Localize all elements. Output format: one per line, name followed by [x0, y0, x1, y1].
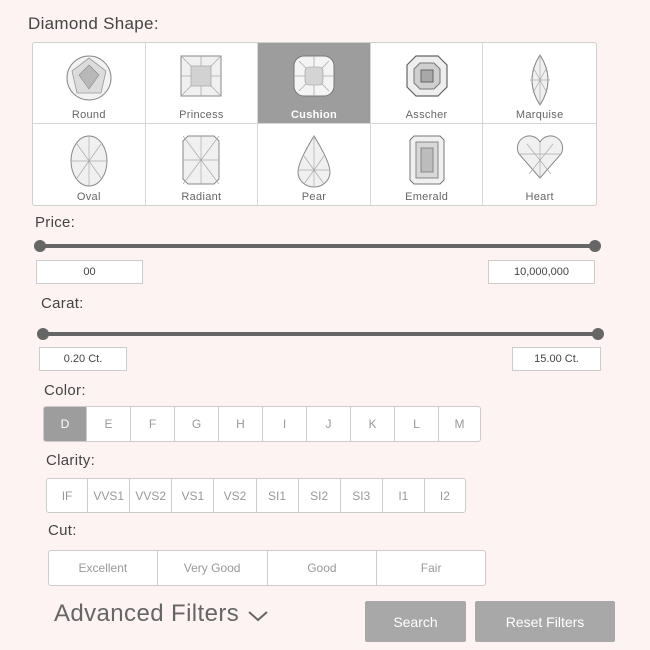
shape-label: Marquise — [515, 109, 564, 121]
color-option-f[interactable]: F — [131, 407, 176, 441]
shape-option-heart[interactable]: Heart — [483, 124, 596, 205]
shape-label: Radiant — [181, 191, 222, 203]
shape-option-radiant[interactable]: Radiant — [146, 124, 259, 205]
marquise-diamond-icon — [529, 54, 550, 106]
shape-label: Oval — [76, 191, 101, 203]
round-diamond-icon — [66, 55, 112, 101]
shape-label: Heart — [525, 191, 554, 203]
color-title: Color: — [44, 382, 86, 399]
clarity-option-if[interactable]: IF — [47, 479, 89, 512]
carat-max-handle[interactable] — [592, 328, 604, 340]
cut-option-excellent[interactable]: Excellent — [49, 551, 158, 585]
clarity-option-si2[interactable]: SI2 — [299, 479, 341, 512]
carat-min-input[interactable]: 0.20 Ct. — [39, 347, 127, 371]
color-option-e[interactable]: E — [87, 407, 132, 441]
shape-option-oval[interactable]: Oval — [33, 124, 146, 205]
reset-filters-button[interactable]: Reset Filters — [475, 601, 615, 642]
color-option-k[interactable]: K — [351, 407, 396, 441]
clarity-option-i2[interactable]: I2 — [425, 479, 465, 512]
shape-option-emerald[interactable]: Emerald — [371, 124, 484, 205]
search-button[interactable]: Search — [365, 601, 466, 642]
clarity-option-vs2[interactable]: VS2 — [214, 479, 257, 512]
diamond-shape-grid: Round Princess Cushion Asscher Marquise — [32, 42, 597, 206]
price-slider[interactable] — [34, 240, 601, 252]
advanced-filters-toggle[interactable]: Advanced Filters — [54, 600, 269, 628]
shape-option-marquise[interactable]: Marquise — [483, 43, 596, 124]
shape-option-princess[interactable]: Princess — [145, 43, 259, 124]
clarity-option-si3[interactable]: SI3 — [341, 479, 383, 512]
color-option-l[interactable]: L — [395, 407, 440, 441]
price-title: Price: — [35, 214, 76, 231]
shape-label: Pear — [301, 191, 327, 203]
shape-label: Asscher — [405, 109, 448, 121]
shape-option-round[interactable]: Round — [33, 43, 146, 124]
cushion-diamond-icon — [293, 55, 335, 97]
shape-label: Emerald — [405, 191, 449, 203]
pear-diamond-icon — [297, 135, 331, 188]
carat-max-input[interactable]: 15.00 Ct. — [512, 347, 601, 371]
cut-title: Cut: — [48, 522, 77, 539]
shape-label: Princess — [179, 109, 224, 121]
princess-diamond-icon — [180, 55, 222, 97]
shape-option-pear[interactable]: Pear — [258, 124, 371, 205]
cut-option-very-good[interactable]: Very Good — [158, 551, 268, 585]
cut-option-fair[interactable]: Fair — [377, 551, 485, 585]
price-max-handle[interactable] — [589, 240, 601, 252]
carat-slider[interactable] — [37, 328, 604, 340]
color-option-m[interactable]: M — [439, 407, 480, 441]
color-option-j[interactable]: J — [307, 407, 352, 441]
cut-option-good[interactable]: Good — [268, 551, 378, 585]
clarity-option-vs1[interactable]: VS1 — [172, 479, 215, 512]
clarity-options: IF VVS1 VVS2 VS1 VS2 SI1 SI2 SI3 I1 I2 — [46, 478, 466, 513]
shape-label: Round — [71, 109, 106, 121]
price-max-input[interactable]: 10,000,000 — [488, 260, 595, 284]
clarity-option-vvs2[interactable]: VVS2 — [130, 479, 173, 512]
color-options: D E F G H I J K L M — [43, 406, 481, 442]
color-option-i[interactable]: I — [263, 407, 308, 441]
carat-min-handle[interactable] — [37, 328, 49, 340]
price-min-handle[interactable] — [34, 240, 46, 252]
clarity-option-vvs1[interactable]: VVS1 — [88, 479, 131, 512]
shape-option-cushion[interactable]: Cushion — [258, 43, 371, 124]
heart-diamond-icon — [516, 135, 563, 179]
carat-title: Carat: — [41, 295, 84, 312]
chevron-down-icon — [248, 611, 268, 622]
color-option-h[interactable]: H — [219, 407, 264, 441]
clarity-option-si1[interactable]: SI1 — [257, 479, 299, 512]
diamond-shape-title: Diamond Shape: — [28, 14, 159, 33]
clarity-title: Clarity: — [46, 452, 96, 469]
shape-option-asscher[interactable]: Asscher — [370, 43, 484, 124]
asscher-diamond-icon — [405, 55, 448, 97]
price-min-input[interactable]: 00 — [36, 260, 143, 284]
cut-options: Excellent Very Good Good Fair — [48, 550, 486, 586]
radiant-diamond-icon — [182, 135, 220, 185]
emerald-diamond-icon — [409, 135, 445, 185]
clarity-option-i1[interactable]: I1 — [383, 479, 425, 512]
color-option-d[interactable]: D — [44, 407, 88, 441]
color-option-g[interactable]: G — [175, 407, 220, 441]
shape-label: Cushion — [290, 109, 338, 121]
oval-diamond-icon — [70, 135, 108, 187]
advanced-filters-label: Advanced Filters — [54, 600, 240, 627]
